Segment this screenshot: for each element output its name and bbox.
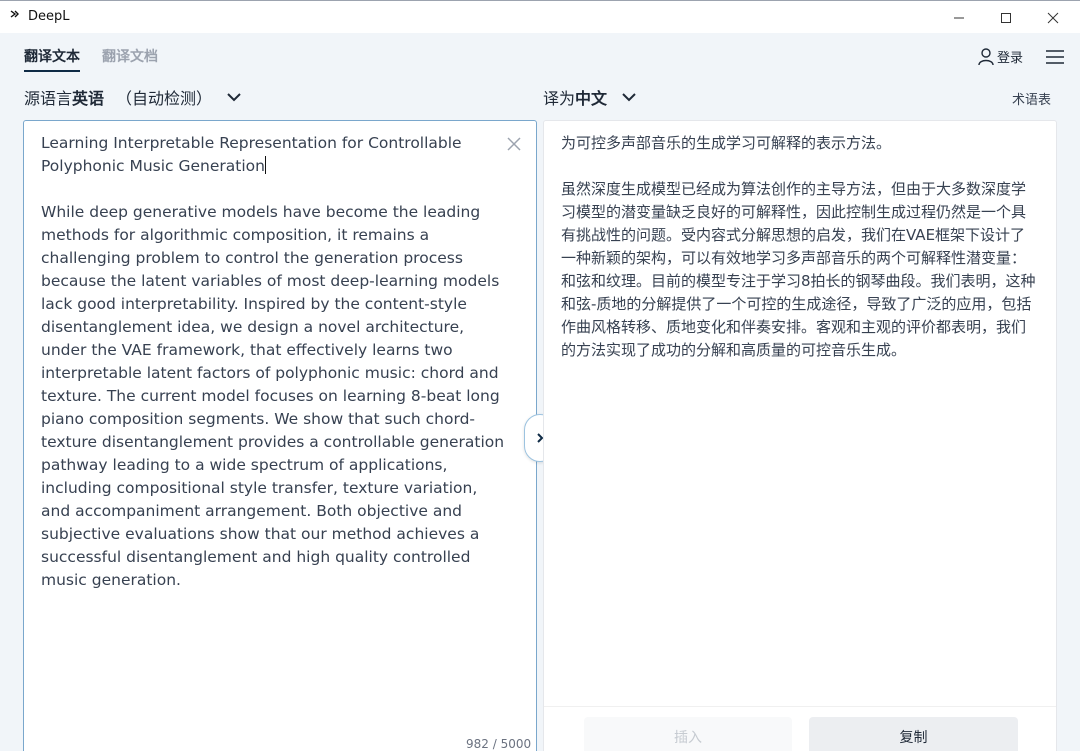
user-icon	[978, 47, 994, 65]
minimize-button[interactable]	[936, 1, 982, 34]
source-body-text: While deep generative models have become…	[41, 203, 510, 589]
clear-text-button[interactable]	[507, 132, 521, 156]
text-cursor	[264, 156, 266, 174]
translated-body-text: 虽然深度生成模型已经成为算法创作的主导方法，但由于大多数深度学习模型的潜变量缺乏…	[561, 180, 1036, 359]
close-icon	[1047, 12, 1059, 23]
source-text-input[interactable]: Learning Interpretable Representation fo…	[41, 132, 511, 592]
chevron-down-icon	[227, 93, 241, 102]
login-button[interactable]: 登录	[978, 47, 1023, 66]
tab-translate-document[interactable]: 翻译文档	[102, 46, 158, 66]
title-bar: DeepL	[0, 0, 1080, 33]
target-panel-footer: 插入 复制	[544, 706, 1056, 751]
target-language-selector[interactable]: 译为 中文	[543, 85, 637, 109]
glossary-button[interactable]: 术语表	[1012, 89, 1051, 108]
maximize-button[interactable]	[983, 1, 1029, 34]
source-language-name: 英语	[72, 89, 105, 108]
window-title: DeepL	[28, 9, 70, 24]
source-language-selector[interactable]: 源语言 英语 （自动检测）	[24, 85, 242, 109]
login-label: 登录	[997, 51, 1024, 66]
deepl-app-icon	[10, 9, 20, 22]
chevron-down-icon	[622, 93, 636, 102]
target-text-panel: 为可控多声部音乐的生成学习可解释的表示方法。 虽然深度生成模型已经成为算法创作的…	[543, 120, 1057, 751]
target-language-name: 中文	[575, 89, 608, 108]
translated-text[interactable]: 为可控多声部音乐的生成学习可解释的表示方法。 虽然深度生成模型已经成为算法创作的…	[561, 132, 1039, 362]
character-count: 982 / 5000	[466, 737, 532, 751]
close-icon	[507, 137, 521, 151]
source-language-prefix: 源语言	[24, 89, 73, 108]
close-button[interactable]	[1030, 1, 1076, 34]
copy-button[interactable]: 复制	[809, 717, 1018, 751]
maximize-icon	[1001, 12, 1011, 23]
insert-button[interactable]: 插入	[584, 717, 792, 751]
auto-detect-label: （自动检测）	[116, 89, 213, 108]
translated-title-text: 为可控多声部音乐的生成学习可解释的表示方法。	[561, 134, 892, 152]
minimize-icon	[954, 17, 964, 18]
tab-translate-text[interactable]: 翻译文本	[24, 46, 80, 72]
hamburger-menu-icon[interactable]	[1045, 49, 1065, 69]
source-title-text: Learning Interpretable Representation fo…	[41, 134, 467, 175]
target-language-prefix: 译为	[543, 89, 576, 108]
source-text-panel[interactable]: Learning Interpretable Representation fo…	[23, 120, 537, 751]
